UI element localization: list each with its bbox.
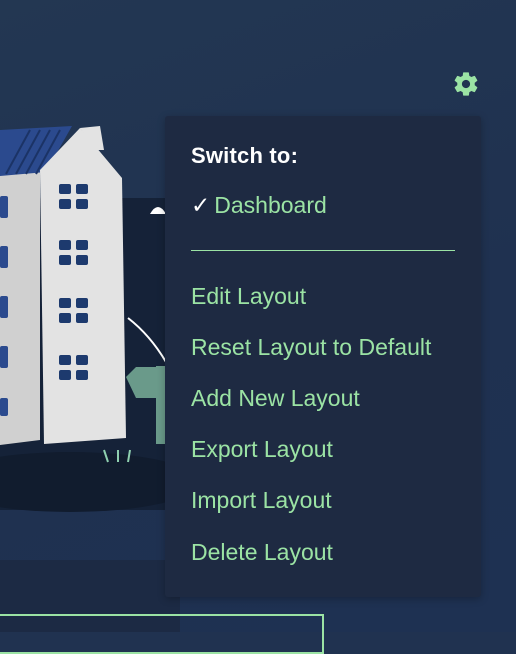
- add-new-layout-item[interactable]: Add New Layout: [191, 385, 360, 412]
- export-layout-item[interactable]: Export Layout: [191, 436, 333, 463]
- current-layout-label: Dashboard: [214, 192, 327, 218]
- gear-icon[interactable]: [452, 70, 480, 98]
- bottom-panel-outline: [0, 614, 324, 654]
- delete-layout-item[interactable]: Delete Layout: [191, 539, 333, 566]
- import-layout-item[interactable]: Import Layout: [191, 487, 332, 514]
- menu-divider: [191, 250, 455, 251]
- reset-layout-item[interactable]: Reset Layout to Default: [191, 334, 431, 361]
- current-layout-item[interactable]: ✓ Dashboard: [191, 192, 327, 219]
- checkmark-icon: ✓: [191, 192, 211, 218]
- menu-heading: Switch to:: [191, 143, 299, 168]
- layout-menu: Switch to: ✓ Dashboard Edit Layout Reset …: [165, 116, 481, 597]
- edit-layout-item[interactable]: Edit Layout: [191, 283, 306, 310]
